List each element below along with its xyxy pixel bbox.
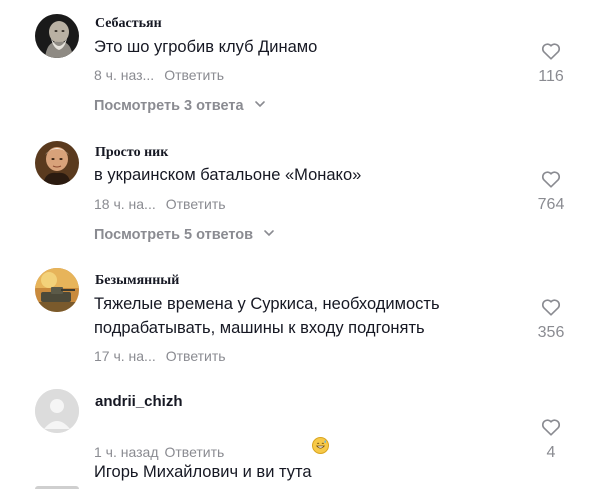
grinning-sweat-emoji [311, 437, 329, 454]
like-group: 116 [521, 40, 581, 86]
comment-time: 1 ч. назад [94, 444, 159, 460]
comment-meta: 8 ч. наз... Ответить [94, 67, 224, 83]
comment-meta: 17 ч. на... Ответить [94, 348, 226, 364]
comment-time: 8 ч. наз... [94, 67, 155, 83]
comment-author[interactable]: Себастьян [95, 16, 162, 32]
like-count: 764 [537, 196, 565, 213]
like-group: 356 [521, 296, 581, 342]
view-replies-button[interactable]: Посмотреть 5 ответов [94, 227, 275, 243]
comment-author[interactable]: Безымянный [95, 273, 179, 289]
heart-outline-icon[interactable] [540, 168, 562, 190]
avatar[interactable] [35, 14, 79, 58]
avatar[interactable] [35, 268, 79, 312]
view-replies-button[interactable]: Посмотреть 3 ответа [94, 98, 266, 114]
comment-meta: 18 ч. на... Ответить [94, 196, 226, 212]
reply-button[interactable]: Ответить [166, 196, 226, 212]
like-count: 356 [537, 324, 565, 341]
like-group: 764 [521, 168, 581, 214]
comment-text: Тяжелые времена у Суркиса, необходимость… [94, 295, 440, 337]
comment-text: Это шо угробив клуб Динамо [94, 38, 318, 56]
comment-time: 17 ч. на... [94, 348, 156, 364]
reply-button[interactable]: Ответить [164, 67, 224, 83]
view-replies-label: Посмотреть 3 ответа [94, 98, 244, 114]
chevron-down-icon [263, 227, 275, 243]
comment-time: 18 ч. на... [94, 196, 156, 212]
reply-button[interactable]: Ответить [164, 444, 224, 460]
heart-outline-icon[interactable] [540, 296, 562, 318]
comment-author[interactable]: Просто ник [95, 145, 168, 161]
reply-button[interactable]: Ответить [166, 348, 226, 364]
like-count: 116 [538, 68, 564, 85]
comment-meta: 1 ч. назад Ответить [94, 444, 224, 460]
comment-author[interactable]: andrii_chizh [95, 393, 183, 410]
heart-outline-icon[interactable] [540, 40, 562, 62]
comment-text-content: Игорь Михайлович и ви тута [94, 463, 312, 481]
like-count: 4 [546, 444, 556, 461]
avatar[interactable] [35, 141, 79, 185]
comment-text: в украинском батальоне «Монако» [94, 166, 362, 184]
avatar[interactable] [35, 389, 79, 433]
like-group: 4 [521, 416, 581, 462]
heart-outline-icon[interactable] [540, 416, 562, 438]
view-replies-label: Посмотреть 5 ответов [94, 227, 254, 243]
chevron-down-icon [254, 98, 266, 114]
